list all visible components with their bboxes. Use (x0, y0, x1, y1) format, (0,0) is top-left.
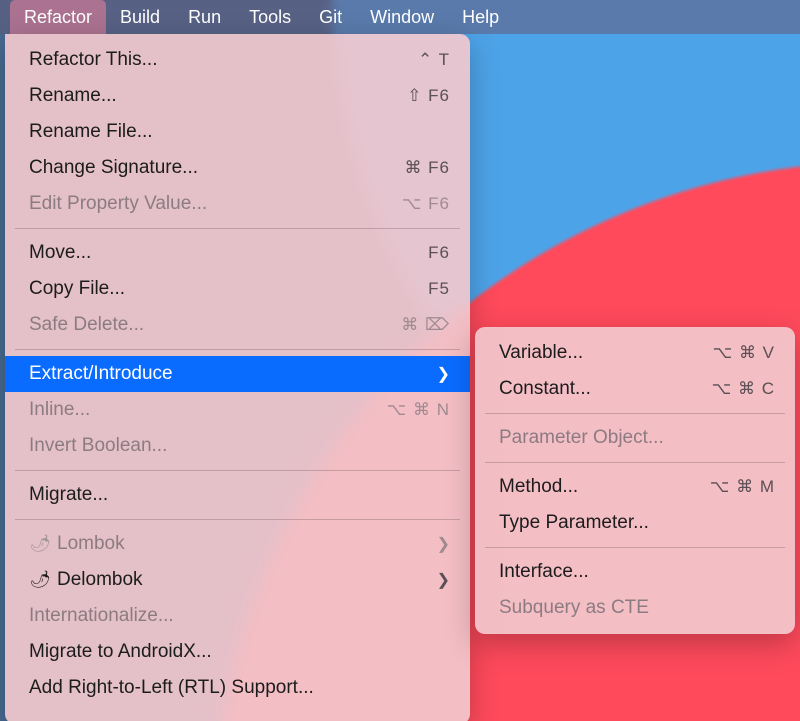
menu-item-label: Refactor This... (29, 49, 394, 71)
menu-item-rename-file[interactable]: Rename File... (5, 114, 470, 150)
shortcut-label: ⇧ F6 (407, 86, 450, 106)
menubar-label: Run (188, 7, 221, 28)
menu-item-change-signature[interactable]: Change Signature... ⌘ F6 (5, 150, 470, 186)
menubar-label: Window (370, 7, 434, 28)
menu-item-inline: Inline... ⌥ ⌘ N (5, 392, 470, 428)
menu-item-label: Constant... (499, 378, 688, 400)
submenu-item-parameter-object: Parameter Object... (475, 420, 795, 456)
shortcut-label: ⌥ ⌘ V (713, 343, 775, 363)
menubar-label: Help (462, 7, 499, 28)
menu-item-label: Safe Delete... (29, 314, 377, 336)
menu-item-label: Parameter Object... (499, 427, 775, 449)
menu-separator (485, 413, 785, 414)
chevron-right-icon: ❯ (437, 534, 450, 554)
menubar-label: Build (120, 7, 160, 28)
submenu-item-interface[interactable]: Interface... (475, 554, 795, 590)
menu-item-label: Change Signature... (29, 157, 380, 179)
menu-item-label: Interface... (499, 561, 775, 583)
menubar: Refactor Build Run Tools Git Window Help (0, 0, 800, 34)
menu-item-label: Copy File... (29, 278, 404, 300)
chevron-right-icon: ❯ (437, 570, 450, 590)
refactor-menu: Refactor This... ⌃ T Rename... ⇧ F6 Rena… (5, 34, 470, 721)
menu-item-label: Edit Property Value... (29, 193, 378, 215)
menu-separator (15, 349, 460, 350)
menu-item-label: Inline... (29, 399, 363, 421)
submenu-item-method[interactable]: Method... ⌥ ⌘ M (475, 469, 795, 505)
menu-item-refactor-this[interactable]: Refactor This... ⌃ T (5, 42, 470, 78)
menu-separator (485, 462, 785, 463)
menubar-item-refactor[interactable]: Refactor (10, 0, 106, 34)
menu-separator (15, 470, 460, 471)
menu-separator (485, 547, 785, 548)
chevron-right-icon: ❯ (437, 364, 450, 384)
shortcut-label: ⌥ ⌘ C (712, 379, 775, 399)
menubar-item-tools[interactable]: Tools (235, 0, 305, 34)
chili-icon: 🌶 (29, 570, 51, 590)
menu-item-internationalize: Internationalize... (5, 598, 470, 634)
menubar-label: Refactor (24, 7, 92, 28)
shortcut-label: ⌃ T (418, 50, 450, 70)
menu-item-label: Migrate to AndroidX... (29, 641, 450, 663)
menu-separator (15, 519, 460, 520)
menu-item-label: Rename... (29, 85, 383, 107)
menu-item-edit-property-value: Edit Property Value... ⌥ F6 (5, 186, 470, 222)
menu-item-label: Variable... (499, 342, 689, 364)
menubar-item-window[interactable]: Window (356, 0, 448, 34)
shortcut-label: ⌥ ⌘ M (710, 477, 775, 497)
menu-item-label: Subquery as CTE (499, 597, 775, 619)
menu-item-migrate-androidx[interactable]: Migrate to AndroidX... (5, 634, 470, 670)
menu-item-label: Delombok (57, 569, 413, 591)
menubar-item-help[interactable]: Help (448, 0, 513, 34)
shortcut-label: ⌘ ⌦ (401, 315, 450, 335)
menu-item-copy-file[interactable]: Copy File... F5 (5, 271, 470, 307)
menu-item-extract-introduce[interactable]: Extract/Introduce ❯ (5, 356, 470, 392)
menu-item-label: Rename File... (29, 121, 450, 143)
menu-item-label: Lombok (57, 533, 413, 555)
menu-item-delombok[interactable]: 🌶 Delombok ❯ (5, 562, 470, 598)
menu-item-safe-delete: Safe Delete... ⌘ ⌦ (5, 307, 470, 343)
menu-item-label: Migrate... (29, 484, 450, 506)
menubar-item-build[interactable]: Build (106, 0, 174, 34)
menu-item-rename[interactable]: Rename... ⇧ F6 (5, 78, 470, 114)
menu-item-invert-boolean: Invert Boolean... (5, 428, 470, 464)
submenu-item-constant[interactable]: Constant... ⌥ ⌘ C (475, 371, 795, 407)
menu-separator (15, 228, 460, 229)
shortcut-label: F5 (428, 279, 450, 299)
menu-item-label: Move... (29, 242, 404, 264)
menu-item-add-rtl-support[interactable]: Add Right-to-Left (RTL) Support... (5, 670, 470, 706)
menu-item-lombok: 🌶 Lombok ❯ (5, 526, 470, 562)
menu-item-label: Invert Boolean... (29, 435, 450, 457)
menu-item-label: Extract/Introduce (29, 363, 413, 385)
menu-item-migrate[interactable]: Migrate... (5, 477, 470, 513)
menu-item-move[interactable]: Move... F6 (5, 235, 470, 271)
chili-icon: 🌶 (29, 534, 51, 554)
menubar-item-git[interactable]: Git (305, 0, 356, 34)
submenu-item-subquery-cte: Subquery as CTE (475, 590, 795, 626)
shortcut-label: ⌥ F6 (402, 194, 450, 214)
submenu-item-variable[interactable]: Variable... ⌥ ⌘ V (475, 335, 795, 371)
submenu-item-type-parameter[interactable]: Type Parameter... (475, 505, 795, 541)
menubar-label: Git (319, 7, 342, 28)
shortcut-label: ⌘ F6 (404, 158, 450, 178)
menubar-label: Tools (249, 7, 291, 28)
menu-item-label: Internationalize... (29, 605, 450, 627)
shortcut-label: F6 (428, 243, 450, 263)
shortcut-label: ⌥ ⌘ N (387, 400, 450, 420)
menu-item-label: Add Right-to-Left (RTL) Support... (29, 677, 450, 699)
menu-item-label: Method... (499, 476, 686, 498)
extract-introduce-submenu: Variable... ⌥ ⌘ V Constant... ⌥ ⌘ C Para… (475, 327, 795, 634)
menubar-item-run[interactable]: Run (174, 0, 235, 34)
menu-item-label: Type Parameter... (499, 512, 775, 534)
